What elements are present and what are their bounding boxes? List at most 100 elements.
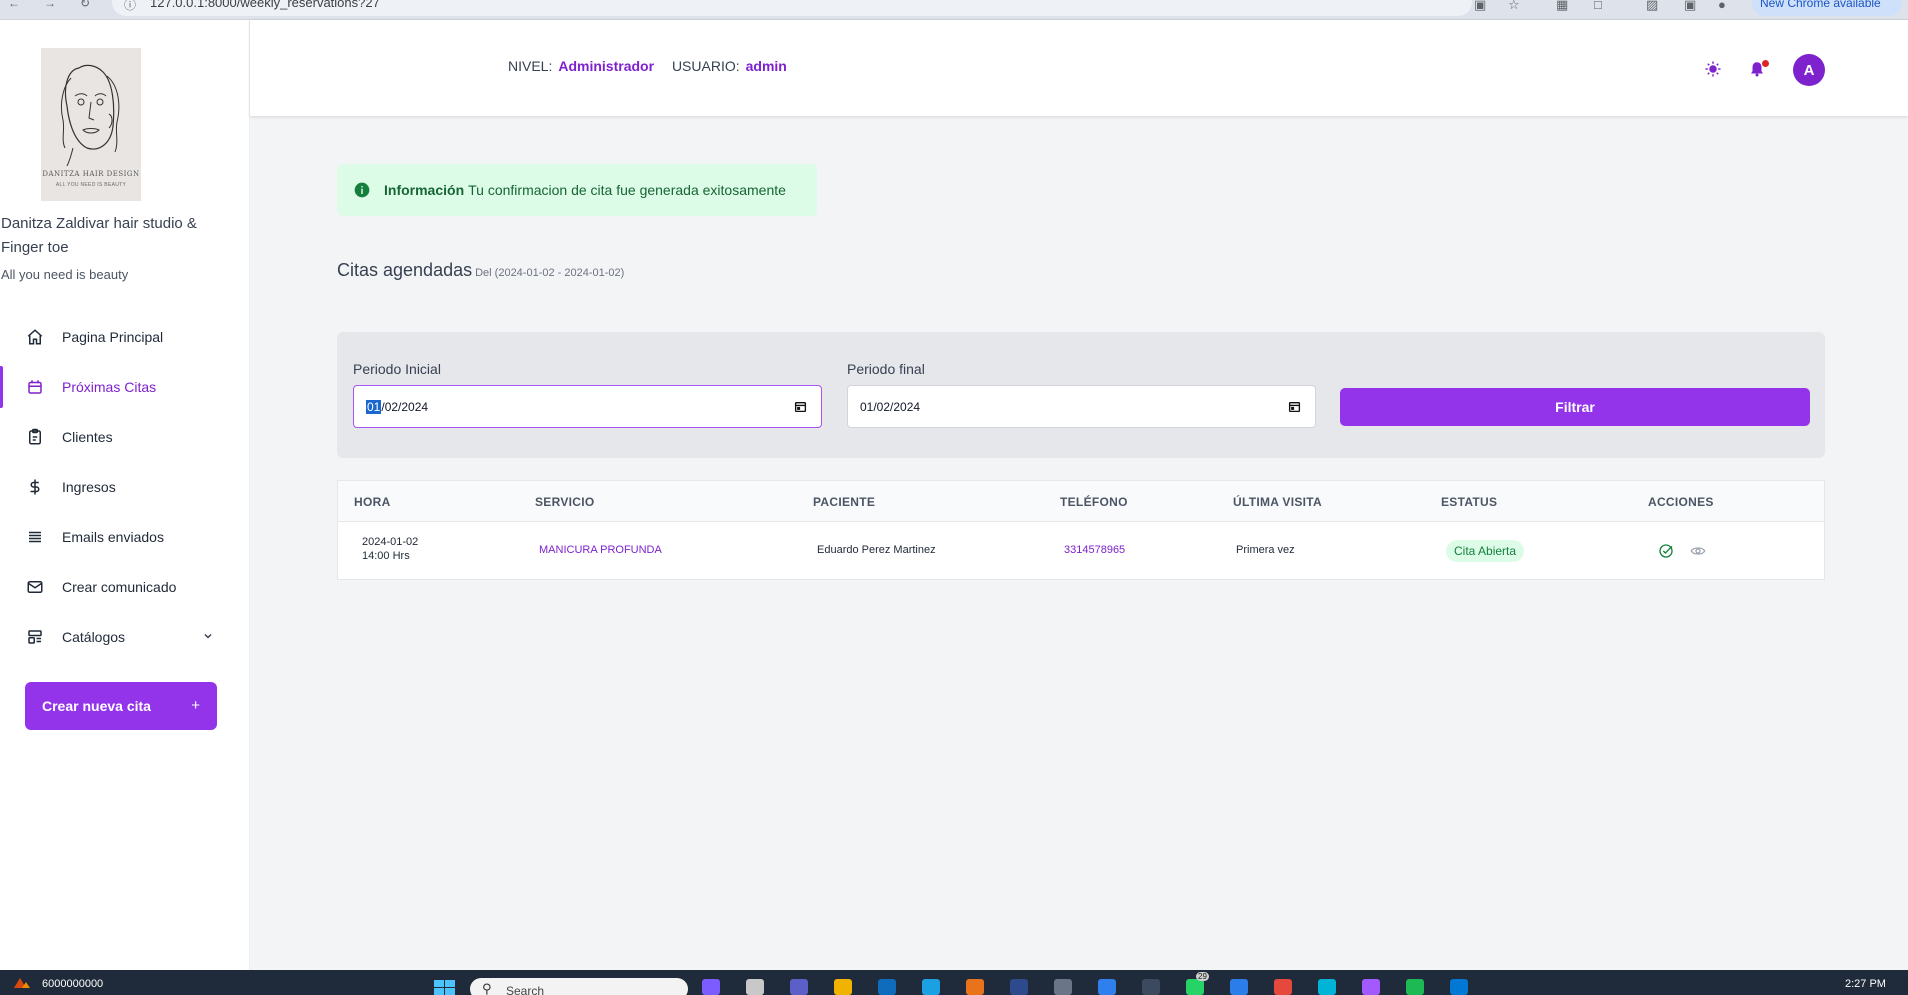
- whatsapp-app-icon[interactable]: [1186, 979, 1204, 995]
- user-value: admin: [745, 58, 787, 74]
- site-info-icon[interactable]: ⓘ: [124, 0, 136, 13]
- copilot-app-icon[interactable]: [702, 979, 720, 995]
- table-header: HORA SERVICIO PACIENTE TELÉFONO ÚLTIMA V…: [338, 481, 1824, 522]
- sidebar-item-proximas-citas[interactable]: Próximas Citas: [0, 362, 250, 412]
- sidepanel-icon[interactable]: ▣: [1684, 0, 1696, 13]
- brand-logo: DANITZA HAIR DESIGN ALL YOU NEED IS BEAU…: [41, 48, 141, 201]
- taskbar-search[interactable]: ⚲ Search: [470, 978, 688, 995]
- teams-app-icon[interactable]: [790, 979, 808, 995]
- table-row: 2024-01-02 14:00 Hrs MANICURA PROFUNDA E…: [338, 522, 1824, 580]
- store-app-icon[interactable]: [878, 979, 896, 995]
- chrome-update-button[interactable]: New Chrome available: [1752, 0, 1902, 16]
- chrome-update-label: New Chrome available: [1760, 0, 1881, 10]
- filter-panel: Periodo Inicial 01/02/2024 Periodo final…: [337, 332, 1825, 458]
- sun-icon[interactable]: [1704, 60, 1722, 83]
- sidebar-item-clientes[interactable]: Clientes: [0, 412, 250, 462]
- forward-icon[interactable]: →: [44, 0, 56, 10]
- translate-icon[interactable]: ▣: [1474, 0, 1486, 13]
- sidebar-item-crear-comunicado[interactable]: Crear comunicado: [0, 562, 250, 612]
- new-appointment-button[interactable]: Crear nueva cita +: [25, 682, 217, 730]
- start-date-selected-segment: 01: [366, 399, 382, 414]
- settings-app-icon[interactable]: [1054, 979, 1072, 995]
- sidebar-item-emails-enviados[interactable]: Emails enviados: [0, 512, 250, 562]
- sql-app-icon[interactable]: [1010, 979, 1028, 995]
- reload-icon[interactable]: ↻: [80, 0, 90, 10]
- start-date-input[interactable]: 01/02/2024: [353, 385, 822, 428]
- clipboard-icon: [26, 428, 44, 446]
- row-time: 14:00 Hrs: [362, 550, 410, 562]
- level-label: NIVEL:: [508, 58, 553, 74]
- row-date: 2024-01-02: [362, 536, 419, 548]
- taskbar-clock: 2:27 PM: [1845, 978, 1886, 990]
- end-date-value: 01/02/2024: [860, 399, 921, 414]
- dollar-icon: [26, 478, 44, 496]
- plus-icon: +: [191, 697, 200, 714]
- chevron-down-icon[interactable]: [202, 629, 214, 647]
- page-title-text: Citas agendadas: [337, 260, 473, 280]
- browser-toolbar: ← → ↻ ⓘ 127.0.0.1:8000/weekly_reservatio…: [0, 0, 1908, 20]
- page-subtitle: Del (2024-01-02 - 2024-01-02): [475, 267, 625, 279]
- back-icon[interactable]: ←: [8, 0, 20, 10]
- user-label: USUARIO:: [671, 58, 740, 74]
- logo-slogan: ALL YOU NEED IS BEAUTY: [55, 182, 127, 188]
- sidebar-menu: Pagina Principal Próximas Citas Clientes…: [0, 312, 250, 662]
- column-header-hora: HORA: [354, 495, 391, 509]
- weather-icon[interactable]: [12, 976, 32, 990]
- info-icon: [354, 182, 370, 198]
- sidebar-item-label: Emails enviados: [62, 529, 164, 545]
- calendar-picker-icon[interactable]: [794, 400, 807, 416]
- url-text: 127.0.0.1:8000/weekly_reservations?27: [150, 0, 380, 10]
- column-header-estatus: ESTATUS: [1441, 495, 1498, 509]
- view-eye-icon[interactable]: [1690, 543, 1706, 564]
- confirm-check-icon[interactable]: [1658, 543, 1674, 564]
- column-header-ultima-visita: ÚLTIMA VISITA: [1233, 495, 1323, 509]
- new-appointment-label: Crear nueva cita: [42, 698, 151, 714]
- vscode-app-icon[interactable]: [1230, 979, 1248, 995]
- windows-start-icon[interactable]: [434, 980, 456, 995]
- spotify-app-icon[interactable]: [1406, 979, 1424, 995]
- bookmark-star-icon[interactable]: ☆: [1508, 0, 1520, 13]
- appointments-table: HORA SERVICIO PACIENTE TELÉFONO ÚLTIMA V…: [337, 480, 1825, 580]
- sidebar: DANITZA HAIR DESIGN ALL YOU NEED IS BEAU…: [0, 20, 250, 970]
- task-view-icon[interactable]: [746, 979, 764, 995]
- share-icon[interactable]: □: [1594, 0, 1602, 12]
- profile-icon[interactable]: ●: [1718, 0, 1726, 12]
- edge-app-icon[interactable]: [922, 979, 940, 995]
- status-badge: Cita Abierta: [1446, 540, 1525, 562]
- avatar[interactable]: A: [1793, 54, 1825, 86]
- sidebar-item-label: Clientes: [62, 429, 113, 445]
- sidebar-item-label: Crear comunicado: [62, 579, 177, 595]
- filter-button[interactable]: Filtrar: [1340, 388, 1810, 426]
- xampp-app-icon[interactable]: [966, 979, 984, 995]
- sidebar-item-catalogos[interactable]: Catálogos: [0, 612, 250, 662]
- outlook-app-icon[interactable]: [1450, 979, 1468, 995]
- info-alert: Información Tu confirmacion de cita fue …: [337, 164, 817, 216]
- notification-dot: [1762, 60, 1769, 67]
- calculator-app-icon[interactable]: [1142, 979, 1160, 995]
- taskbar-widget-text: 6000000000: [42, 978, 104, 990]
- row-service-link[interactable]: MANICURA PROFUNDA: [539, 544, 662, 556]
- end-date-input[interactable]: 01/02/2024: [847, 385, 1316, 428]
- puzzle-icon[interactable]: ▨: [1646, 0, 1658, 13]
- cursor-app-icon[interactable]: [1318, 979, 1336, 995]
- logo-wordmark: DANITZA HAIR DESIGN: [42, 170, 140, 178]
- row-phone-link[interactable]: 3314578965: [1064, 544, 1125, 556]
- chrome-app-icon[interactable]: [1274, 979, 1292, 995]
- search-icon: ⚲: [482, 981, 492, 995]
- calendar-picker-icon[interactable]: [1288, 400, 1301, 416]
- sidebar-item-label: Catálogos: [62, 629, 126, 645]
- file-explorer-icon[interactable]: [834, 979, 852, 995]
- photos-app-icon[interactable]: [1098, 979, 1116, 995]
- extension-icon[interactable]: ▦: [1556, 0, 1568, 13]
- user-info: NIVEL: Administrador USUARIO: admin: [508, 58, 787, 74]
- sidebar-item-ingresos[interactable]: Ingresos: [0, 462, 250, 512]
- catalog-icon: [26, 628, 44, 646]
- home-icon: [26, 328, 44, 346]
- brand-tagline: All you need is beauty: [1, 267, 129, 282]
- top-header: NIVEL: Administrador USUARIO: admin A: [250, 20, 1908, 116]
- sidebar-item-pagina-principal[interactable]: Pagina Principal: [0, 312, 250, 362]
- whatsapp-badge: 29: [1196, 972, 1209, 981]
- clipchamp-app-icon[interactable]: [1362, 979, 1380, 995]
- face-illustration-icon: [60, 64, 120, 166]
- sidebar-item-label: Próximas Citas: [62, 379, 157, 395]
